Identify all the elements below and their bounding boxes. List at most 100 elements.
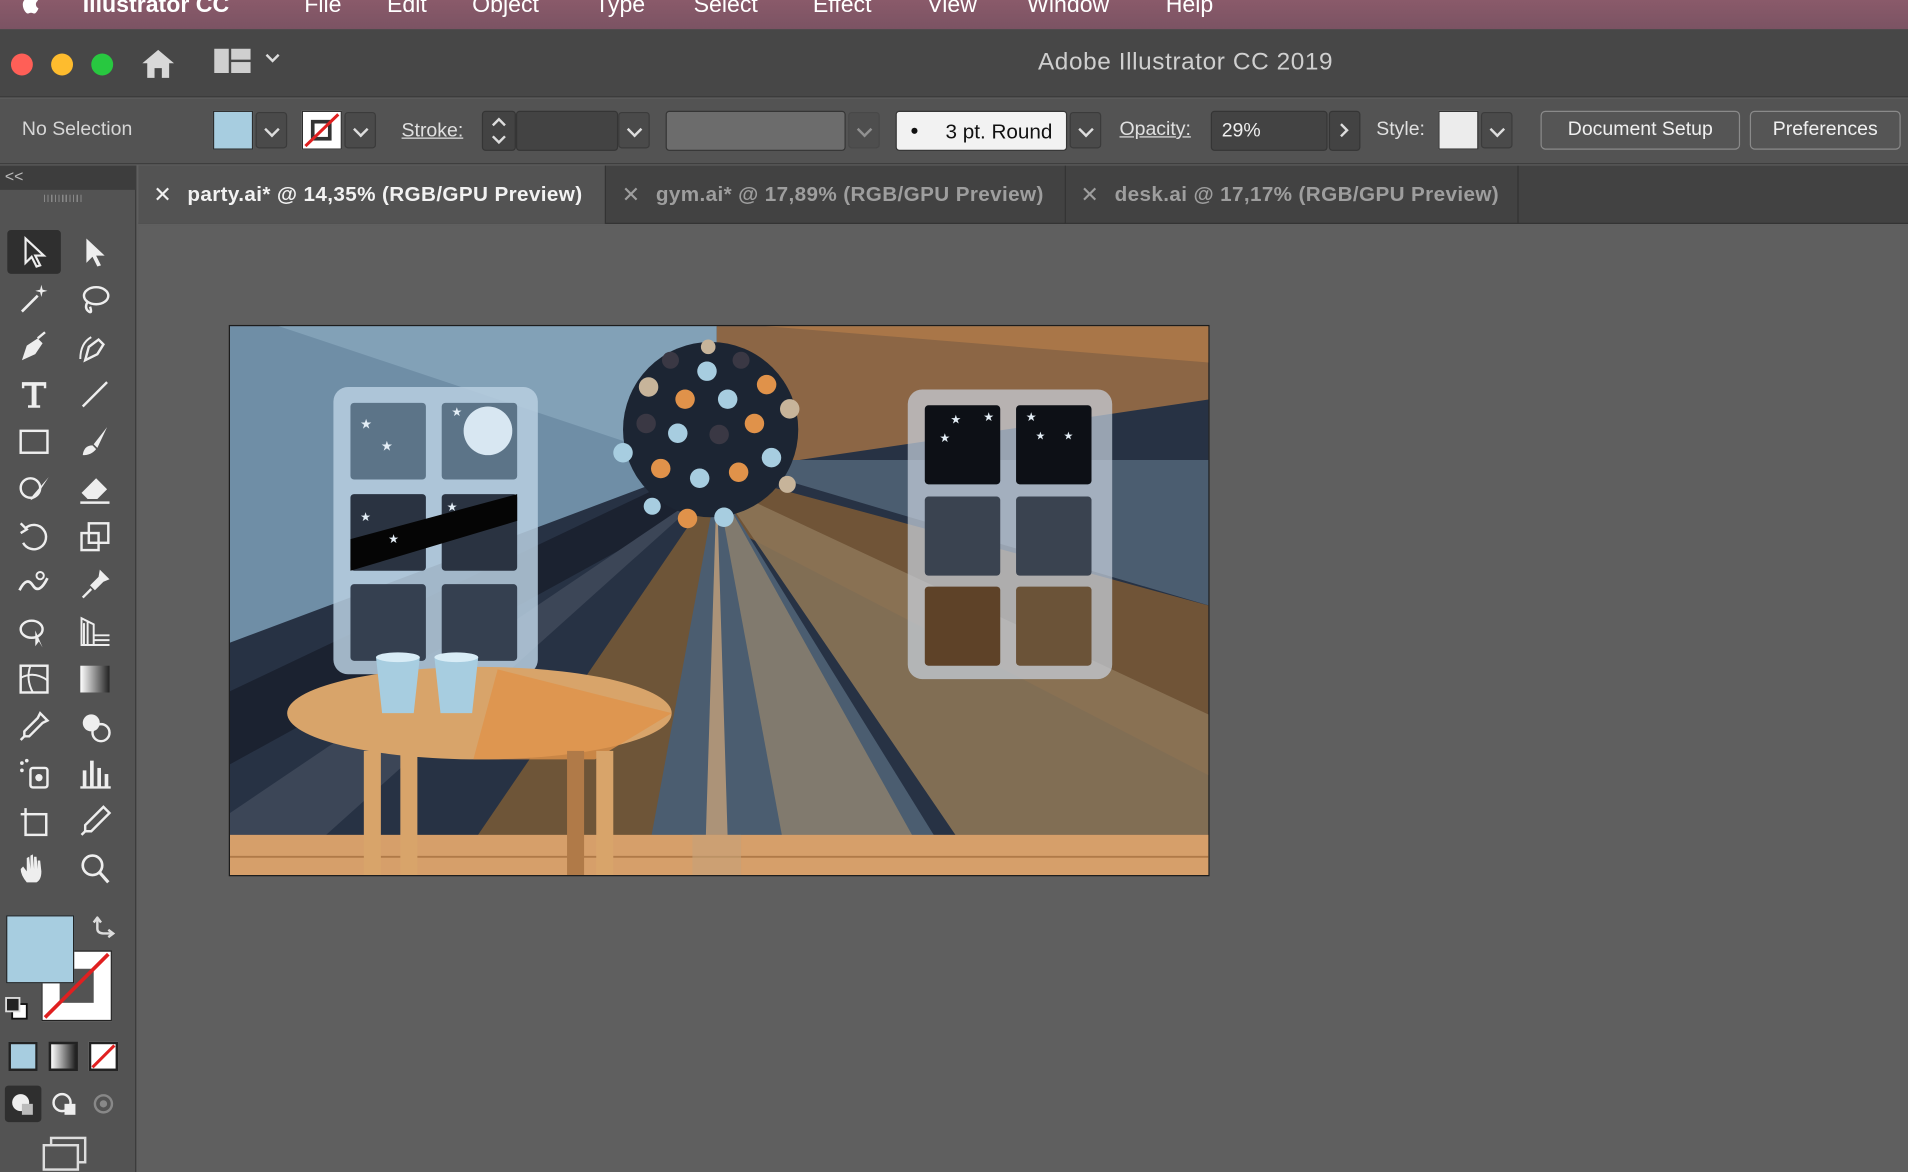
default-colors-icon[interactable] (5, 997, 29, 1021)
artboard-tool-icon[interactable] (7, 800, 61, 844)
slice-tool-icon[interactable] (68, 800, 122, 844)
opacity-input[interactable]: 29% (1210, 110, 1328, 151)
menu-effect[interactable]: Effect (813, 0, 872, 19)
shaper-tool-icon[interactable] (7, 467, 61, 511)
swap-fill-stroke-icon[interactable] (92, 916, 116, 939)
menu-view[interactable]: View (927, 0, 977, 19)
screen-mode-icon[interactable] (41, 1135, 87, 1172)
table-leg (363, 750, 381, 876)
eraser-tool-icon[interactable] (68, 467, 122, 511)
menu-object[interactable]: Object (472, 0, 539, 19)
lasso-tool-icon[interactable] (68, 277, 122, 321)
collapse-panel-icon[interactable]: << (5, 167, 23, 185)
graphic-style-dropdown[interactable] (1480, 111, 1513, 149)
tab-gym-document[interactable]: ✕ gym.ai* @ 17,89% (RGB/GPU Preview) (607, 165, 1066, 224)
stroke-swatch[interactable] (301, 110, 342, 150)
rectangle-tool-icon[interactable] (7, 420, 61, 464)
gradient-mode-button[interactable] (48, 1041, 78, 1071)
party-illustration: ★ ★ ★ ★ ★ ★ ★ ★ ★ ★ ★ ★ (229, 326, 1209, 876)
zoom-window-button[interactable] (91, 53, 114, 76)
menu-edit[interactable]: Edit (387, 0, 427, 19)
star: ★ (451, 405, 462, 419)
star: ★ (447, 500, 458, 514)
draw-inside-icon[interactable] (88, 1088, 120, 1120)
control-bar: No Selection Stroke: 3 pt. Round Opacity… (0, 98, 1908, 165)
fill-swatch[interactable] (212, 110, 254, 150)
cup (376, 657, 420, 714)
stroke-weight-dropdown[interactable] (618, 111, 650, 149)
gradient-tool-icon[interactable] (68, 657, 122, 701)
tab-desk-document[interactable]: ✕ desk.ai @ 17,17% (RGB/GPU Preview) (1066, 165, 1519, 224)
none-mode-button[interactable] (88, 1041, 119, 1071)
magic-wand-tool-icon[interactable] (7, 277, 61, 321)
paintbrush-tool-icon[interactable] (68, 420, 122, 464)
opacity-slider-toggle[interactable] (1328, 110, 1361, 151)
minimize-window-button[interactable] (51, 53, 74, 76)
direct-selection-tool-icon[interactable] (68, 230, 122, 274)
document-setup-button[interactable]: Document Setup (1540, 110, 1741, 150)
moon (463, 406, 513, 456)
menu-type[interactable]: Type (595, 0, 645, 19)
panel-grip[interactable] (43, 194, 83, 203)
free-transform-tool-icon[interactable] (7, 610, 61, 654)
menu-app-name[interactable]: Illustrator CC (83, 0, 229, 19)
puppet-warp-tool-icon[interactable] (68, 562, 122, 606)
zoom-tool-icon[interactable] (68, 847, 122, 891)
tab-party-document[interactable]: ✕ party.ai* @ 14,35% (RGB/GPU Preview) (138, 165, 606, 224)
graphic-style-swatch[interactable] (1438, 110, 1479, 150)
variable-width-profile[interactable] (665, 110, 846, 151)
shape-builder-tool-icon[interactable] (68, 705, 122, 749)
stroke-label[interactable]: Stroke: (402, 120, 464, 142)
window-pane (441, 584, 518, 661)
style-label: Style: (1376, 119, 1425, 140)
selection-tool-icon[interactable] (7, 230, 61, 274)
stroke-weight-input[interactable] (515, 110, 619, 151)
perspective-grid-tool-icon[interactable] (68, 610, 122, 654)
brush-definition-dropdown[interactable] (1069, 111, 1102, 149)
draw-behind-icon[interactable] (49, 1088, 81, 1120)
window-title: Adobe Illustrator CC 2019 (1037, 48, 1334, 76)
apple-menu-icon[interactable] (15, 0, 42, 17)
star: ★ (360, 416, 372, 431)
fill-dropdown[interactable] (255, 111, 288, 149)
stroke-weight-stepper[interactable] (481, 110, 516, 151)
opacity-label[interactable]: Opacity: (1119, 119, 1190, 141)
cup (434, 657, 479, 714)
tab-label: gym.ai* @ 17,89% (RGB/GPU Preview) (655, 182, 1044, 206)
menu-select[interactable]: Select (694, 0, 758, 19)
stroke-dropdown[interactable] (344, 111, 377, 149)
column-graph-tool-icon[interactable] (68, 752, 122, 796)
close-window-button[interactable] (10, 53, 33, 76)
color-mode-button[interactable] (8, 1041, 38, 1071)
mesh-tool-icon[interactable] (7, 657, 61, 701)
star: ★ (939, 431, 950, 445)
symbol-sprayer-tool-icon[interactable] (7, 752, 61, 796)
curvature-tool-icon[interactable] (68, 325, 122, 369)
menu-window[interactable]: Window (1027, 0, 1109, 19)
close-icon[interactable]: ✕ (622, 166, 641, 224)
workspace-layout-icon[interactable] (214, 48, 251, 74)
chevron-down-icon[interactable] (263, 51, 282, 66)
artboard[interactable]: ★ ★ ★ ★ ★ ★ ★ ★ ★ ★ ★ ★ (228, 324, 1210, 877)
close-icon[interactable]: ✕ (153, 166, 172, 224)
preferences-button[interactable]: Preferences (1749, 110, 1901, 150)
scale-tool-icon[interactable] (68, 515, 122, 559)
line-segment-tool-icon[interactable] (68, 372, 122, 416)
menu-file[interactable]: File (304, 0, 341, 19)
home-icon[interactable] (139, 46, 178, 80)
fill-color-box[interactable] (6, 915, 75, 984)
warp-tool-icon[interactable] (7, 562, 61, 606)
draw-normal-icon[interactable] (4, 1085, 42, 1123)
type-tool-icon[interactable] (7, 372, 61, 416)
star: ★ (1036, 430, 1046, 442)
menu-help[interactable]: Help (1166, 0, 1214, 19)
rotate-tool-icon[interactable] (7, 515, 61, 559)
variable-width-dropdown[interactable] (848, 111, 880, 149)
canvas-area[interactable]: ★ ★ ★ ★ ★ ★ ★ ★ ★ ★ ★ ★ (138, 225, 1908, 1172)
tools-panel-header: << (0, 165, 137, 190)
hand-tool-icon[interactable] (7, 847, 61, 891)
close-icon[interactable]: ✕ (1081, 166, 1100, 224)
brush-definition-field[interactable]: 3 pt. Round (895, 110, 1068, 151)
pen-tool-icon[interactable] (7, 325, 61, 369)
eyedropper-tool-icon[interactable] (7, 705, 61, 749)
